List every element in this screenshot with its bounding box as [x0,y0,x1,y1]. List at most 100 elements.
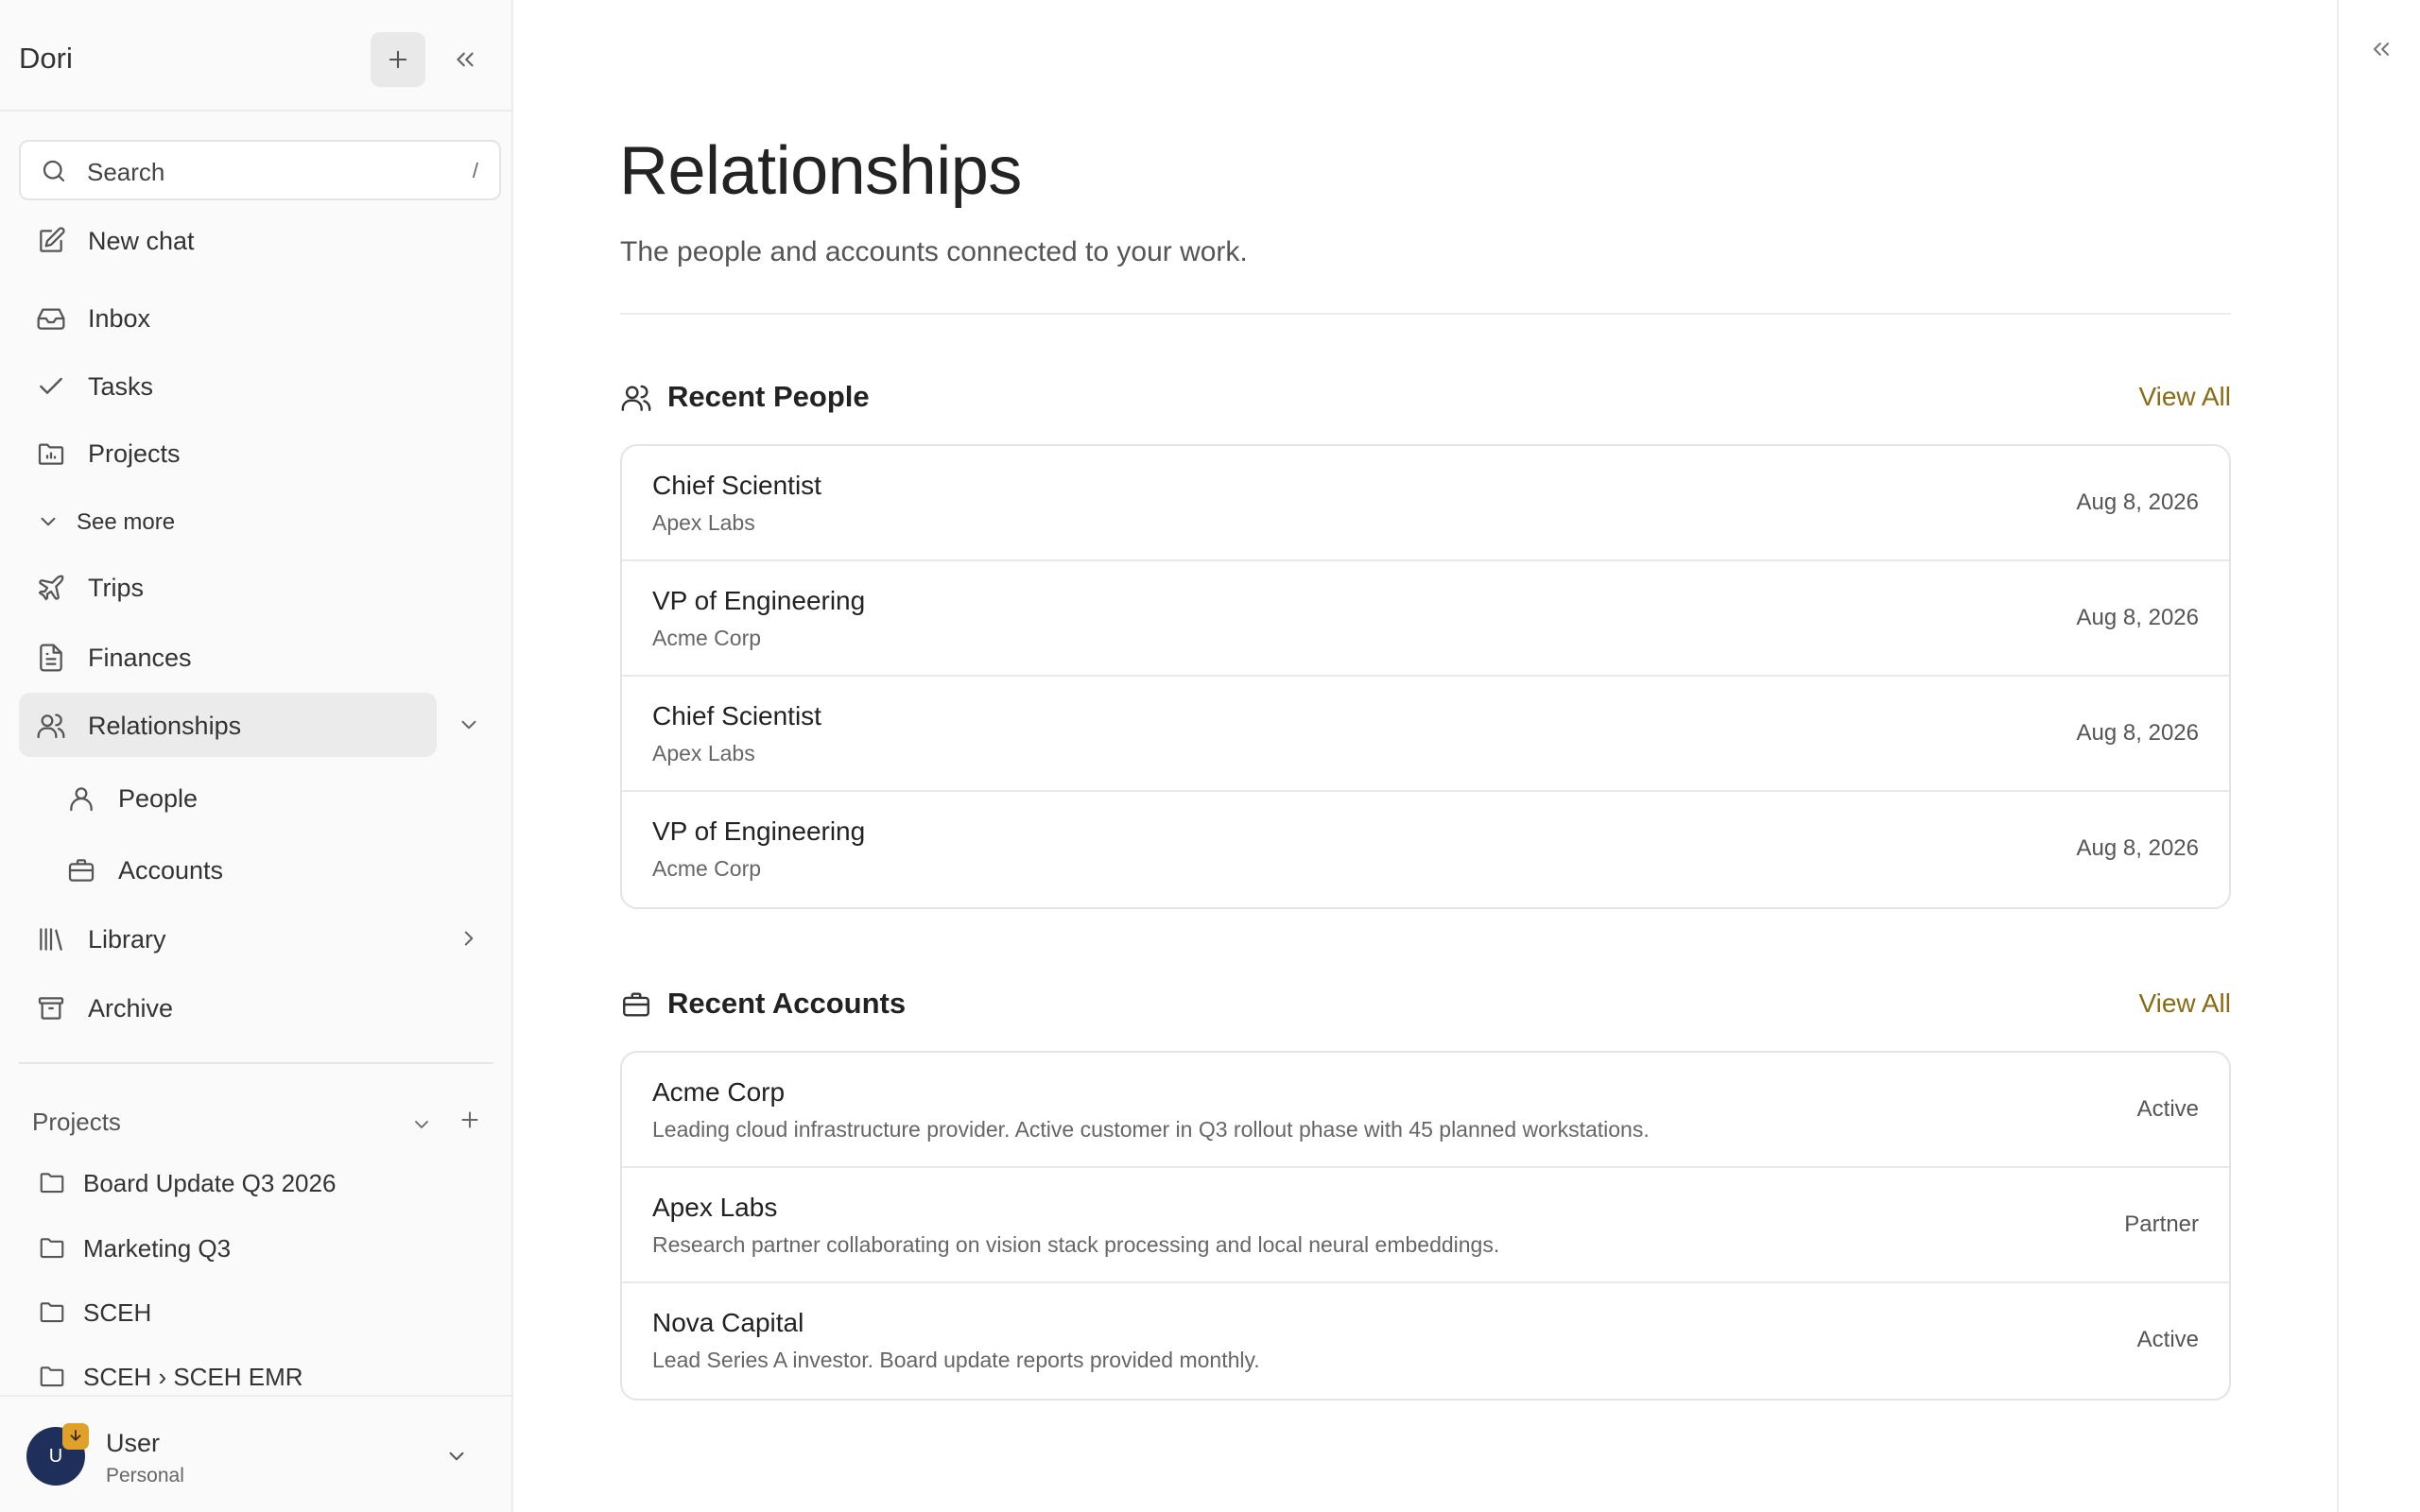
folder-icon [38,1362,66,1390]
nav-see-more[interactable]: See more [19,489,437,553]
project-item[interactable]: Marketing Q3 [19,1219,492,1276]
sidebar-divider [19,1062,493,1064]
account-status: Partner [2124,1211,2199,1237]
nav-people[interactable]: People [19,765,437,830]
project-item-label: Board Update Q3 2026 [83,1169,337,1197]
account-name: Nova Capital [652,1308,804,1337]
search-placeholder: Search [87,158,165,186]
page-subtitle: The people and accounts connected to you… [620,236,1248,267]
person-title: VP of Engineering [652,586,866,615]
users-icon [620,382,652,414]
person-company: Acme Corp [652,856,762,881]
account-description: Research partner collaborating on vision… [652,1232,1500,1257]
account-name: Acme Corp [652,1077,786,1107]
sidebar-header: Dori [0,0,511,112]
person-row[interactable]: Chief Scientist Apex Labs Aug 8, 2026 [622,677,2229,792]
users-icon [36,711,66,741]
nav-tasks-label: Tasks [88,372,154,401]
nav-library[interactable]: Library [19,906,437,971]
folder-icon [38,1233,66,1262]
header-divider [620,313,2231,315]
recent-accounts-header: Recent Accounts View All [620,983,2231,1024]
plane-icon [36,573,66,603]
nav-trips[interactable]: Trips [19,555,437,619]
nav-archive[interactable]: Archive [19,975,437,1040]
inbox-icon [36,303,66,334]
nav-projects[interactable]: Projects [19,421,437,485]
project-item[interactable]: SCEH [19,1283,492,1340]
nav-inbox-label: Inbox [88,304,151,333]
library-chevron-right-icon[interactable] [457,926,481,951]
project-item-label: SCEH › SCEH EMR [83,1363,303,1391]
nav-new-chat-label: New chat [88,227,195,255]
nav-trips-label: Trips [88,574,144,602]
nav-projects-label: Projects [88,439,181,468]
nav-finances[interactable]: Finances [19,625,437,689]
person-row[interactable]: VP of Engineering Acme Corp Aug 8, 2026 [622,792,2229,907]
view-all-people-link[interactable]: View All [2138,382,2231,412]
person-row[interactable]: VP of Engineering Acme Corp Aug 8, 2026 [622,561,2229,677]
person-row[interactable]: Chief Scientist Apex Labs Aug 8, 2026 [622,446,2229,561]
nav-tasks[interactable]: Tasks [19,353,437,418]
person-title: Chief Scientist [652,701,821,730]
person-date: Aug 8, 2026 [2076,835,2199,861]
nav-finances-label: Finances [88,644,192,672]
expand-panel-icon[interactable] [2368,36,2394,62]
account-status: Active [2136,1327,2199,1352]
page-title: Relationships [619,133,1022,209]
projects-section-title: Projects [32,1108,121,1136]
person-date: Aug 8, 2026 [2076,490,2199,515]
nav-relationships-label: Relationships [88,712,242,740]
download-icon [67,1428,84,1445]
search-icon [40,157,68,185]
project-item[interactable]: Board Update Q3 2026 [19,1154,492,1211]
chevron-down-icon [36,509,60,534]
account-row[interactable]: Nova Capital Lead Series A investor. Boa… [622,1283,2229,1399]
nav-new-chat[interactable]: New chat [19,208,437,272]
person-date: Aug 8, 2026 [2076,720,2199,746]
person-title: Chief Scientist [652,471,821,500]
nav-relationships[interactable]: Relationships [19,693,437,757]
section-title: Recent People [667,380,870,413]
chevron-down-icon [444,1444,469,1469]
account-status: Active [2136,1096,2199,1122]
nav-accounts-label: Accounts [118,856,224,885]
person-company: Acme Corp [652,626,762,650]
document-icon [36,643,66,673]
account-description: Lead Series A investor. Board update rep… [652,1348,1260,1372]
relationships-chevron-down-icon[interactable] [457,713,481,737]
user-name: User [106,1429,161,1457]
update-badge[interactable] [62,1423,89,1450]
person-date: Aug 8, 2026 [2076,605,2199,630]
project-item-label: Marketing Q3 [83,1234,232,1263]
account-row[interactable]: Apex Labs Research partner collaborating… [622,1168,2229,1283]
folder-icon [38,1168,66,1196]
person-title: VP of Engineering [652,816,866,846]
account-row[interactable]: Acme Corp Leading cloud infrastructure p… [622,1053,2229,1168]
nav-accounts[interactable]: Accounts [19,837,437,902]
sidebar: Dori Search / New chat Inbox Tasks Proje… [0,0,513,1512]
recent-accounts-list: Acme Corp Leading cloud infrastructure p… [620,1051,2231,1400]
section-title: Recent Accounts [667,987,907,1020]
collapse-sidebar-icon[interactable] [451,45,479,74]
add-project-icon[interactable] [458,1108,482,1132]
search-input[interactable]: Search / [19,140,501,200]
project-item-label: SCEH [83,1298,152,1327]
app-title: Dori [19,42,73,75]
person-company: Apex Labs [652,510,755,535]
right-panel-divider [2337,0,2339,1512]
recent-people-list: Chief Scientist Apex Labs Aug 8, 2026 VP… [620,444,2231,909]
nav-people-label: People [118,784,199,813]
view-all-accounts-link[interactable]: View All [2138,988,2231,1019]
folder-chart-icon [36,438,66,469]
user-menu[interactable]: U User Personal [0,1395,511,1512]
nav-inbox[interactable]: Inbox [19,285,437,350]
archive-icon [36,993,66,1023]
check-icon [36,371,66,402]
projects-chevron-down-icon[interactable] [410,1113,433,1136]
new-button[interactable] [371,32,425,87]
nav-archive-label: Archive [88,994,174,1022]
plus-icon [385,46,411,73]
briefcase-icon [66,855,96,885]
nav-library-label: Library [88,925,166,954]
